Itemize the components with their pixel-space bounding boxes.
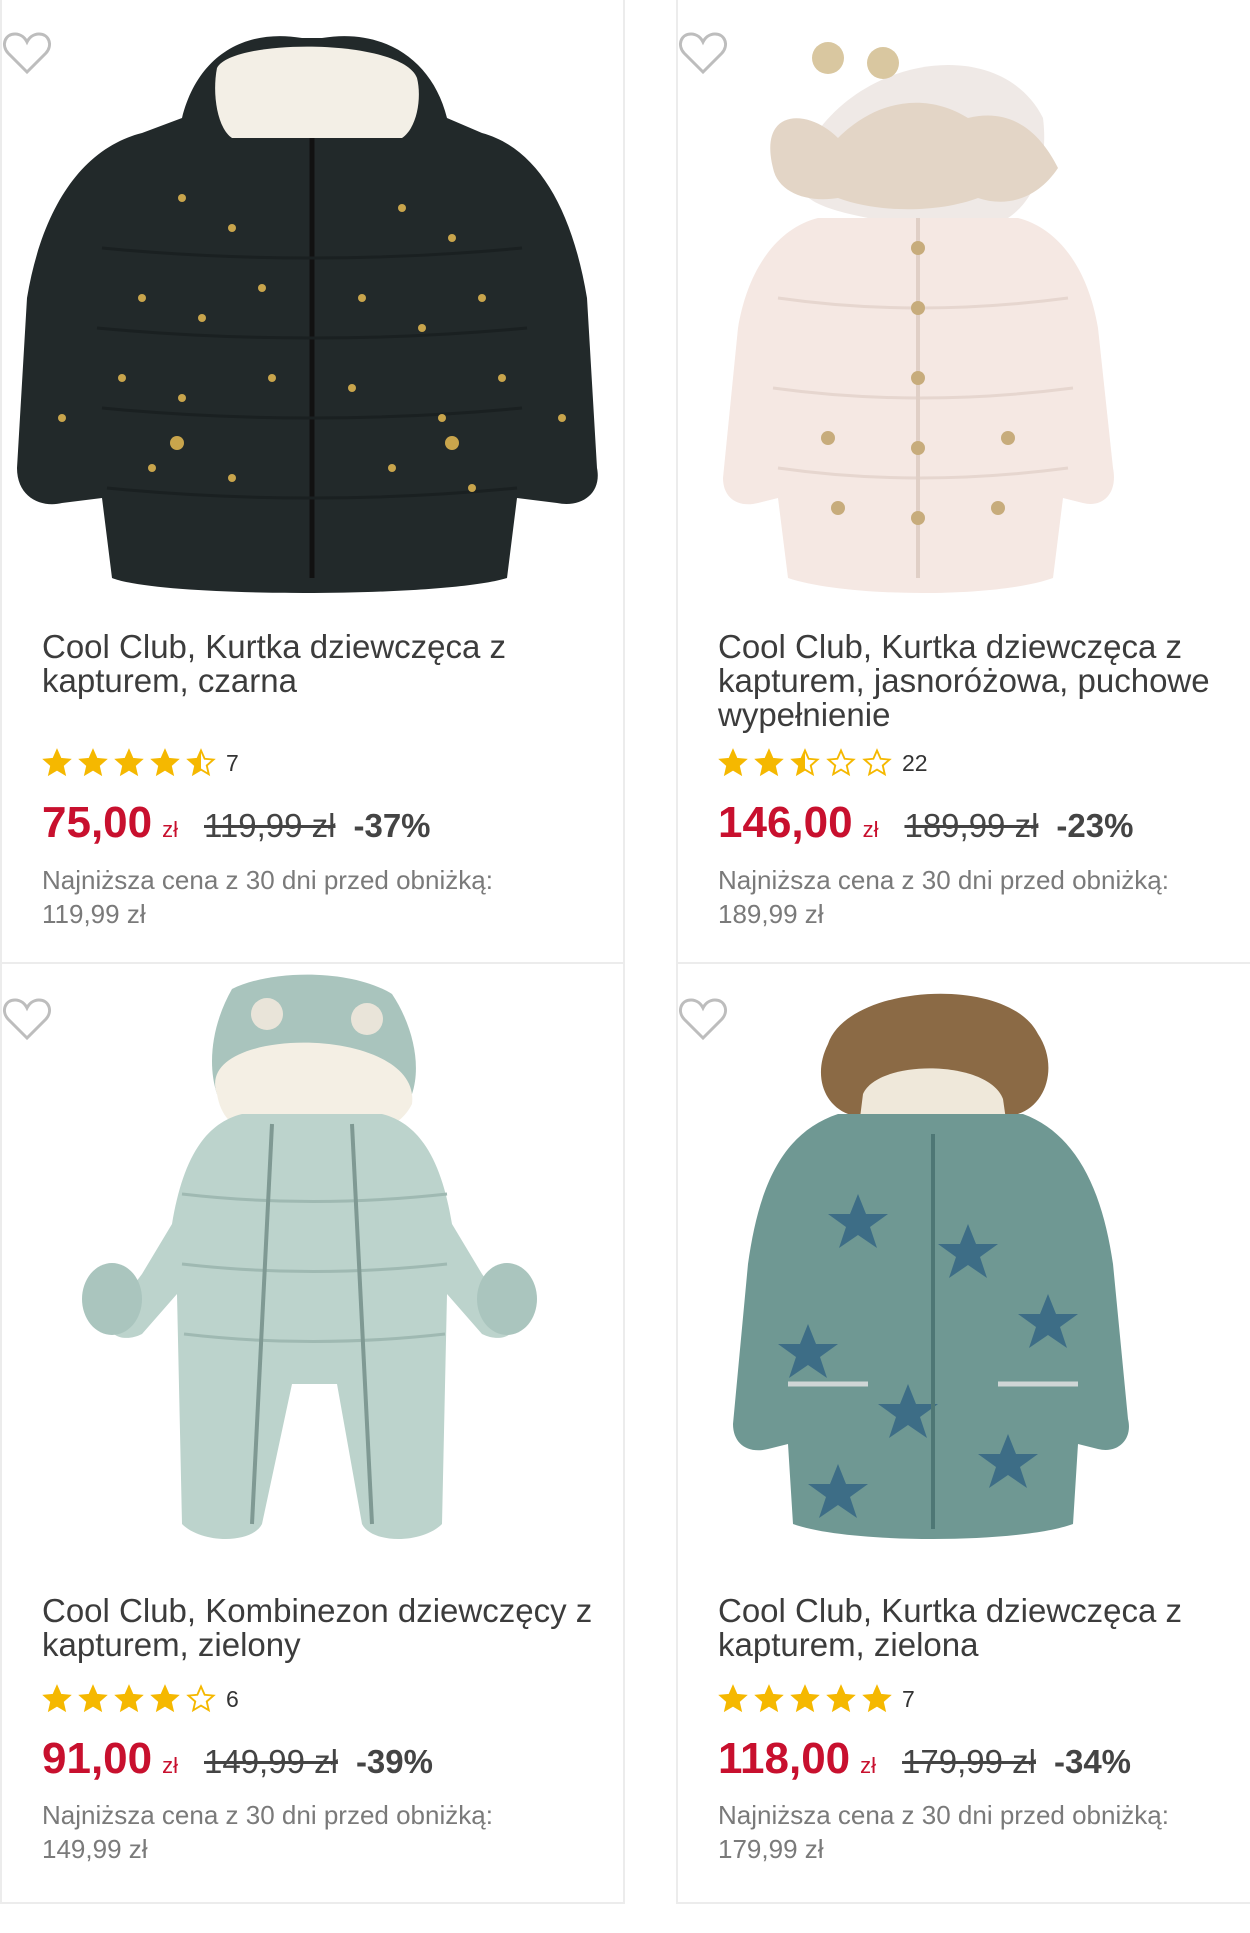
product-rating: 6 [42, 1684, 239, 1714]
product-card[interactable]: Cool Club, Kurtka dziewczęca z kapturem,… [676, 0, 1250, 966]
star-filled-icon [114, 1684, 144, 1713]
star-filled-icon [790, 1684, 820, 1713]
lowest-price-value: 179,99 zł [718, 1834, 824, 1864]
lowest-price-value: 119,99 zł [42, 899, 146, 929]
wishlist-heart-icon[interactable] [678, 996, 728, 1042]
rating-count: 6 [226, 1685, 239, 1712]
star-filled-icon [78, 748, 108, 777]
old-price: 189,99 zł [904, 807, 1039, 844]
star-filled-icon [78, 1684, 108, 1713]
product-title[interactable]: Cool Club, Kurtka dziewczęca z kapturem,… [718, 630, 1250, 732]
discount-badge: -39% [355, 1743, 433, 1780]
product-card[interactable]: Cool Club, Kombinezon dziewczęcy z kaptu… [0, 962, 625, 1904]
lowest-price-info: Najniższa cena z 30 dni przed obniżką: 1… [718, 863, 1250, 931]
lowest-price-info: Najniższa cena z 30 dni przed obniżką: 1… [42, 1798, 582, 1866]
product-card[interactable]: Cool Club, Kurtka dziewczęca z kapturem,… [0, 0, 625, 966]
lowest-price-label: Najniższa cena z 30 dni przed obniżką: [42, 1800, 493, 1830]
currency: zł [162, 817, 178, 842]
product-card[interactable]: Cool Club, Kurtka dziewczęca z kapturem,… [676, 962, 1250, 1904]
old-price: 179,99 zł [902, 1743, 1036, 1780]
star-filled-icon [826, 1684, 856, 1713]
star-filled-icon [150, 748, 180, 777]
old-price: 119,99 zł [204, 807, 336, 844]
rating-stars [42, 748, 222, 778]
product-rating: 7 [42, 748, 239, 778]
star-half-icon [790, 748, 820, 777]
currency: zł [860, 1753, 877, 1778]
star-filled-icon [718, 1684, 748, 1713]
star-filled-icon [754, 748, 784, 777]
wishlist-heart-icon[interactable] [2, 996, 52, 1042]
product-image[interactable] [2, 0, 623, 608]
discount-badge: -23% [1056, 807, 1134, 844]
rating-count: 7 [902, 1685, 915, 1712]
star-filled-icon [42, 1684, 72, 1713]
product-title[interactable]: Cool Club, Kurtka dziewczęca z kapturem,… [42, 630, 602, 698]
product-grid: Cool Club, Kurtka dziewczęca z kapturem,… [0, 0, 1250, 1933]
current-price: 75,00 [42, 798, 153, 847]
lowest-price-label: Najniższa cena z 30 dni przed obniżką: [718, 865, 1169, 895]
star-half-icon [186, 748, 216, 777]
product-rating: 7 [718, 1684, 915, 1714]
star-empty-icon [826, 748, 856, 777]
lowest-price-label: Najniższa cena z 30 dni przed obniżką: [718, 1800, 1169, 1830]
discount-badge: -34% [1053, 1743, 1132, 1780]
old-price: 149,99 zł [204, 1743, 338, 1780]
product-rating: 22 [718, 748, 928, 778]
star-filled-icon [718, 748, 748, 777]
star-filled-icon [150, 1684, 180, 1713]
price-row: 91,00 zł 149,99 zł -39% [42, 1734, 433, 1784]
wishlist-heart-icon[interactable] [678, 30, 728, 76]
current-price: 146,00 [718, 798, 853, 847]
lowest-price-label: Najniższa cena z 30 dni przed obniżką: [42, 865, 493, 895]
star-filled-icon [862, 1684, 892, 1713]
price-row: 118,00 zł 179,99 zł -34% [718, 1734, 1131, 1784]
currency: zł [862, 817, 879, 842]
star-empty-icon [862, 748, 892, 777]
rating-stars [718, 748, 898, 778]
rating-count: 22 [902, 749, 928, 776]
product-image[interactable] [678, 0, 1250, 608]
product-image[interactable] [2, 964, 623, 1564]
discount-badge: -37% [353, 807, 431, 844]
lowest-price-value: 149,99 zł [42, 1834, 148, 1864]
lowest-price-info: Najniższa cena z 30 dni przed obniżką: 1… [718, 1798, 1250, 1866]
star-filled-icon [42, 748, 72, 777]
price-row: 75,00 zł 119,99 zł -37% [42, 798, 431, 848]
current-price: 118,00 [718, 1734, 851, 1783]
product-image[interactable] [678, 964, 1250, 1564]
current-price: 91,00 [42, 1734, 153, 1783]
lowest-price-info: Najniższa cena z 30 dni przed obniżką: 1… [42, 863, 582, 931]
rating-stars [42, 1684, 222, 1714]
star-empty-icon [186, 1684, 216, 1713]
star-filled-icon [114, 748, 144, 777]
lowest-price-value: 189,99 zł [718, 899, 824, 929]
wishlist-heart-icon[interactable] [2, 30, 52, 76]
product-title[interactable]: Cool Club, Kurtka dziewczęca z kapturem,… [718, 1594, 1250, 1662]
currency: zł [162, 1753, 178, 1778]
product-title[interactable]: Cool Club, Kombinezon dziewczęcy z kaptu… [42, 1594, 602, 1662]
star-filled-icon [754, 1684, 784, 1713]
price-row: 146,00 zł 189,99 zł -23% [718, 798, 1133, 848]
rating-count: 7 [226, 749, 239, 776]
rating-stars [718, 1684, 898, 1714]
